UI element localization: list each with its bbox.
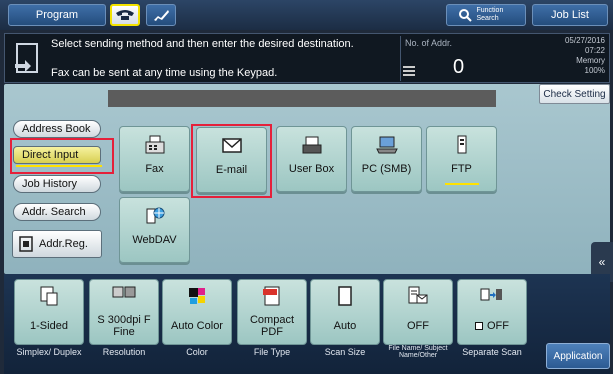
file-name-button[interactable]: OFF [383,279,453,345]
ftp-label: FTP [451,163,472,175]
resolution-value: S 300dpi F Fine [97,313,151,338]
separate-scan-button[interactable]: OFF [457,279,527,345]
address-count-label: No. of Addr. [405,38,453,48]
check-setting-button[interactable]: Check Setting [539,84,610,104]
fax-label: Fax [145,163,164,175]
fax-button[interactable]: Fax [119,126,190,192]
simplex-duplex-button[interactable]: 1-Sided [14,279,84,345]
webdav-label: WebDAV [132,234,177,246]
fax-icon [145,135,164,154]
function-search-button[interactable]: Function Search [446,4,526,26]
fax-send-icon [13,42,43,76]
application-button[interactable]: Application [546,343,610,369]
separate-scan-caption: Separate Scan [462,347,522,357]
address-book-button[interactable]: Address Book [13,120,101,138]
checkbox-icon [475,321,483,330]
separate-scan-value: OFF [473,307,511,344]
status-info: 05/27/2016 07:22 Memory 100% [525,36,605,76]
pc-smb-label: PC (SMB) [361,163,412,175]
address-count-value: 0 [453,56,465,78]
search-icon [458,9,472,22]
file-name-value: OFF [407,319,429,332]
file-type-value: Compact PDF [249,313,295,338]
box-icon [302,136,321,154]
webdav-icon [146,207,164,224]
scan-size-caption: Scan Size [324,347,366,357]
job-history-button[interactable]: Job History [13,175,101,193]
page-size-icon [338,286,352,306]
destination-field [108,90,496,107]
register-icon [19,236,33,252]
direct-input-highlight [10,138,114,174]
one-sided-icon [40,286,58,306]
job-list-button[interactable]: Job List [532,4,608,26]
email-highlight [191,124,272,198]
file-type-button[interactable]: Compact PDF [237,279,307,345]
webdav-button[interactable]: WebDAV [119,197,190,263]
message-line-2: Fax can be sent at any time using the Ke… [51,67,278,79]
separate-scan-icon [480,288,502,301]
document-mail-icon [408,286,428,304]
resolution-caption: Resolution [102,347,146,357]
scan-size-value: Auto [333,319,357,332]
ftp-underline [445,183,479,185]
pc-smb-button[interactable]: PC (SMB) [351,126,422,192]
separate-scan-value-text: OFF [487,319,509,332]
list-icon[interactable] [403,64,415,76]
ftp-icon [457,135,466,154]
message-line-1: Select sending method and then enter the… [51,38,354,50]
phone-icon[interactable] [110,4,140,26]
memory-value: 100% [584,66,605,75]
simplex-duplex-caption: Simplex/ Duplex [16,347,82,357]
pc-icon [375,136,398,154]
addr-reg-label: Addr.Reg. [39,238,88,250]
pdf-icon [263,286,280,306]
file-type-caption: File Type [253,347,291,357]
addr-reg-button[interactable]: Addr.Reg. [12,230,102,258]
color-button[interactable]: Auto Color [162,279,232,345]
color-caption: Color [186,347,208,357]
resolution-icon [112,286,136,298]
file-name-caption: File Name/ Subject Name/Other [388,345,448,359]
on-hook-icon[interactable] [146,4,176,26]
message-area: Select sending method and then enter the… [4,33,610,83]
date-text: 05/27/2016 [564,36,605,45]
memory-label: Memory [576,56,605,65]
user-box-label: User Box [288,163,335,175]
scan-size-button[interactable]: Auto [310,279,380,345]
user-box-button[interactable]: User Box [276,126,347,192]
addr-search-button[interactable]: Addr. Search [13,203,101,221]
program-button[interactable]: Program [8,4,106,26]
color-mode-icon [189,288,205,304]
color-value: Auto Color [171,319,223,332]
resolution-button[interactable]: S 300dpi F Fine [89,279,159,345]
time-text: 07:22 [584,46,605,55]
double-chevron-left-icon: « [598,255,606,269]
function-search-label: Function Search [476,7,504,22]
simplex-duplex-value: 1-Sided [30,319,68,332]
ftp-button[interactable]: FTP [426,126,497,192]
